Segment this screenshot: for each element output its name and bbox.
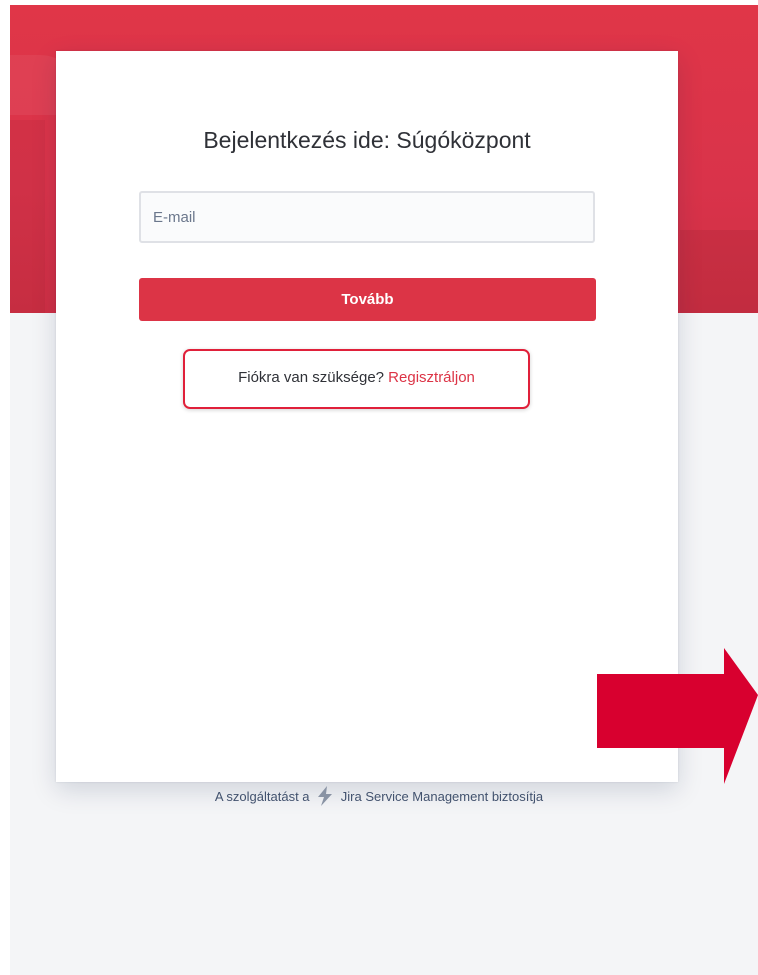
hero-decoration xyxy=(680,230,758,313)
signup-prompt-text: Fiókra van szüksége? xyxy=(238,369,384,386)
footer-suffix: biztosítja xyxy=(491,788,544,804)
signup-prompt: Fiókra van szüksége? Regisztráljon xyxy=(183,369,530,386)
arrow-right-icon xyxy=(597,648,758,791)
page-title: Bejelentkezés ide: Súgóközpont xyxy=(203,127,531,153)
signup-link[interactable]: Regisztráljon xyxy=(388,369,475,386)
next-button[interactable]: Tovább xyxy=(139,278,596,321)
page-edge xyxy=(0,0,758,5)
jira-service-management-logo-icon xyxy=(316,786,334,809)
hero-decoration xyxy=(10,120,45,313)
email-field[interactable] xyxy=(139,191,595,243)
footer-prefix: A szolgáltatást a xyxy=(214,788,310,804)
footer-product: Jira Service Management xyxy=(340,788,489,804)
footer: A szolgáltatást a Jira Service Managemen… xyxy=(0,786,758,809)
login-card: Bejelentkezés ide: Súgóközpont Tovább Fi… xyxy=(56,51,678,782)
page-edge xyxy=(0,0,10,975)
